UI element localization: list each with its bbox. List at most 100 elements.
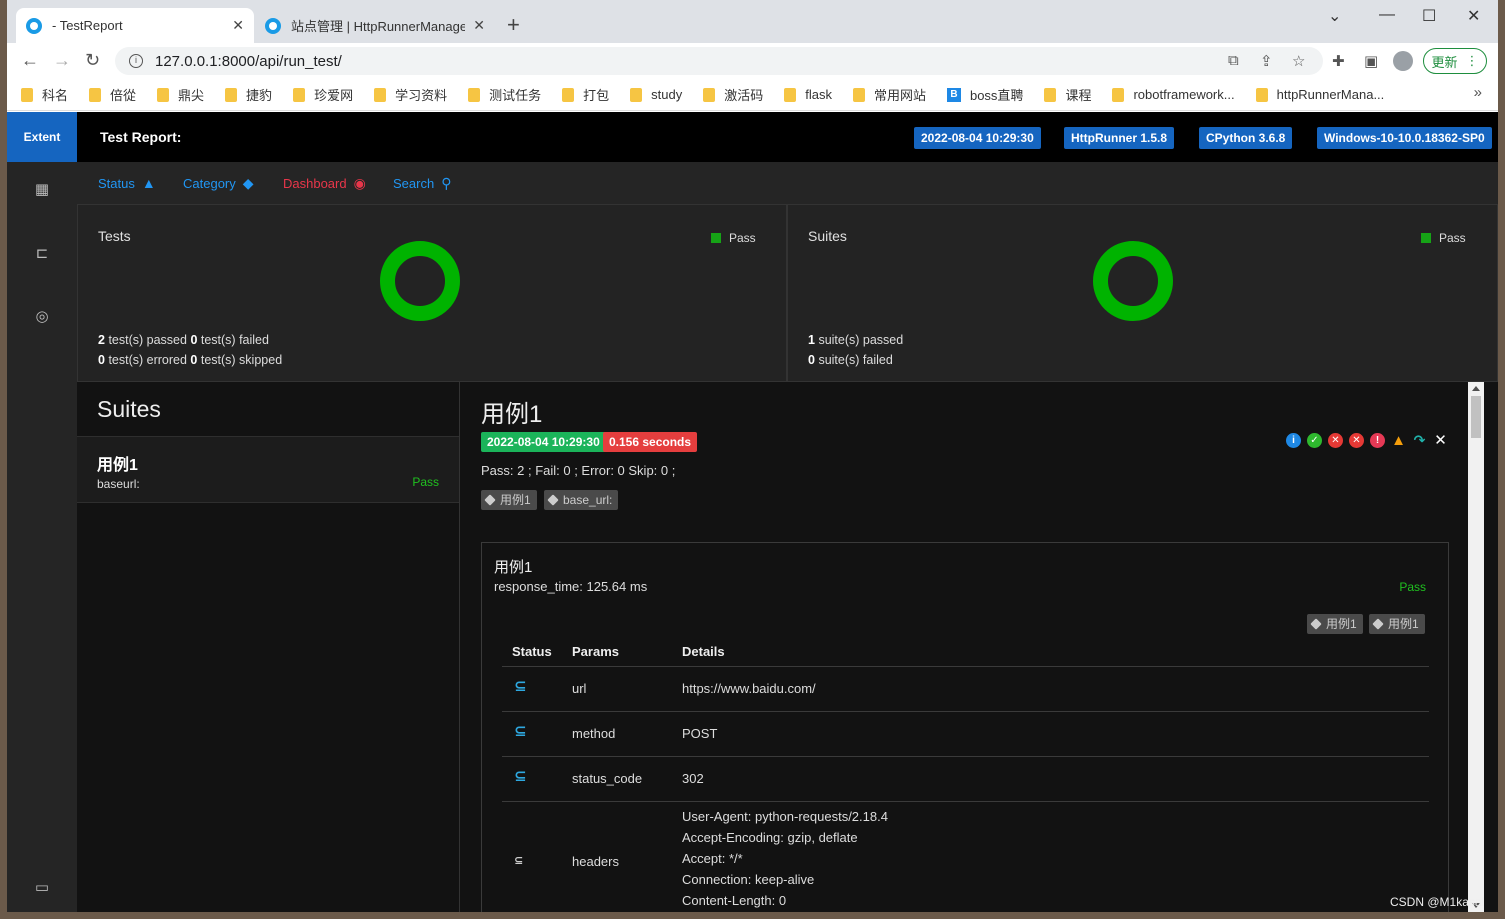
bookmark-label: httpRunnerMana... [1276, 87, 1385, 102]
suite-status: Pass [412, 475, 439, 489]
more-bookmarks-chevron-icon[interactable]: » [1474, 84, 1482, 101]
bookmark-label: 测试任务 [489, 88, 542, 103]
bookmark-item[interactable]: 捷豹 [225, 85, 272, 104]
bookmark-item[interactable]: 课程 [1044, 85, 1091, 104]
warning-triangle-icon: ▲ [141, 175, 156, 191]
category-tag[interactable]: 用例1 [481, 490, 537, 510]
bookmark-label: study [651, 87, 683, 102]
update-button[interactable]: 更新 ⋮ [1423, 48, 1487, 74]
tests-passed-label: test(s) passed [108, 333, 187, 347]
reload-icon[interactable]: ↻ [85, 50, 100, 71]
tag-label: 用例1 [1388, 617, 1419, 631]
bookmark-item[interactable]: httpRunnerMana... [1255, 87, 1385, 102]
folder-icon [21, 87, 33, 102]
clear-filter-icon[interactable]: ✕ [1433, 433, 1448, 448]
bookmark-item[interactable]: 常用网站 [852, 85, 926, 104]
category-filter-menu[interactable]: Category ◆ [183, 175, 254, 192]
pass-status-icon: ⊆ [514, 768, 527, 785]
bookmark-label: 学习资料 [395, 88, 448, 103]
bookmark-item[interactable]: 激活码 [703, 85, 763, 104]
tag-icon: ◆ [242, 175, 254, 191]
bookmark-item[interactable]: 科名 [21, 85, 68, 104]
test-tag[interactable]: 用例1 [1307, 614, 1363, 634]
address-bar[interactable]: i 127.0.0.1:8000/api/run_test/ [115, 47, 1323, 75]
bookmark-item[interactable]: 打包 [562, 85, 609, 104]
tab-title: - TestReport [52, 18, 123, 33]
window-close-icon[interactable]: ✕ [1467, 6, 1480, 26]
bookmark-item[interactable]: robotframework... [1112, 87, 1235, 102]
update-label: 更新 [1431, 54, 1458, 70]
status-filter-menu[interactable]: Status ▲ [98, 175, 156, 191]
scroll-up-arrow-icon[interactable] [1472, 386, 1480, 391]
bookmark-star-icon[interactable]: ☆ [1292, 52, 1305, 70]
table-header: Status Params Details [502, 637, 1429, 667]
monitor-icon[interactable]: ▭ [33, 878, 51, 896]
dashboard-menu[interactable]: Dashboard ◉ [283, 175, 366, 192]
close-tab-icon[interactable]: ✕ [232, 17, 244, 34]
back-arrow-icon[interactable]: ← [21, 50, 39, 71]
folder-icon [225, 87, 238, 102]
category-tag[interactable]: base_url: [544, 490, 619, 510]
duration-label: 0.156 seconds [603, 432, 698, 452]
translate-icon[interactable]: ⧉ [1228, 52, 1239, 69]
table-row: ⊆ status_code 302 [502, 757, 1429, 802]
bookmark-item[interactable]: 珍爱网 [293, 85, 353, 104]
dashboard-gauge-icon[interactable]: ◎ [33, 307, 51, 325]
extensions-puzzle-icon[interactable]: ✚ [1332, 52, 1345, 70]
fail-filter-icon[interactable]: ✕ [1328, 433, 1343, 448]
tab-testreport[interactable]: - TestReport ✕ [16, 8, 254, 43]
suites-stat-line-1: 1 suite(s) passed [808, 333, 903, 347]
header-line: Accept-Encoding: gzip, deflate [682, 830, 858, 845]
tests-failed-label: test(s) failed [200, 333, 269, 347]
table-row: ⊆ headers User-Agent: python-requests/2.… [502, 802, 1429, 912]
pass-filter-icon[interactable]: ✓ [1307, 433, 1322, 448]
scroll-thumb[interactable] [1471, 396, 1481, 438]
test-tag[interactable]: 用例1 [1369, 614, 1425, 634]
bookmark-item[interactable]: 测试任务 [468, 85, 541, 104]
header-line: Content-Length: 0 [682, 893, 787, 908]
bookmark-item[interactable]: 鼎尖 [157, 85, 204, 104]
side-panel-icon[interactable]: ▣ [1364, 52, 1378, 70]
pass-status-icon: ⊆ [514, 723, 527, 740]
bookmark-item[interactable]: 学习资料 [374, 85, 447, 104]
test-view-grid-icon[interactable]: ▦ [33, 180, 51, 198]
fatal-filter-icon[interactable]: ✕ [1349, 433, 1364, 448]
skip-filter-icon[interactable]: ↷ [1412, 433, 1427, 448]
close-tab-icon[interactable]: ✕ [473, 17, 485, 34]
bookmark-item[interactable]: study [630, 87, 682, 102]
maximize-icon[interactable]: ☐ [1422, 6, 1436, 26]
header-line: Accept: */* [682, 851, 743, 866]
dashboard-menu-label: Dashboard [283, 176, 347, 191]
minimize-icon[interactable]: — [1379, 6, 1395, 24]
error-filter-icon[interactable]: ! [1370, 433, 1385, 448]
tab-search-chevron-icon[interactable]: ⌄ [1328, 6, 1341, 26]
status-icon: ⊆ [514, 855, 524, 867]
detail-scrollbar[interactable] [1468, 382, 1484, 912]
tab-strip: - TestReport ✕ 站点管理 | HttpRunnerManage ✕… [7, 0, 1498, 43]
tab-site-management[interactable]: 站点管理 | HttpRunnerManage ✕ [255, 8, 495, 43]
site-info-icon[interactable]: i [129, 54, 143, 68]
new-tab-plus-icon[interactable]: + [507, 12, 520, 38]
tests-stat-line-1: 2 test(s) passed 0 test(s) failed [98, 333, 269, 347]
suite-list-item[interactable]: 用例1 baseurl: Pass [77, 437, 459, 503]
bookmark-item[interactable]: Bboss直聘 [946, 85, 1023, 104]
bookmark-item[interactable]: 倍從 [89, 85, 136, 104]
legend-label: Pass [729, 231, 756, 245]
category-tag-icon[interactable]: ⊏ [33, 244, 51, 262]
watermark: CSDN @M1kasal [1390, 895, 1485, 909]
share-icon[interactable]: ⇪ [1260, 52, 1273, 70]
brand-logo[interactable]: Extent [7, 112, 77, 162]
step-table: Status Params Details ⊆ url https://www.… [502, 637, 1429, 912]
bookmark-label: 课程 [1065, 88, 1092, 103]
detail-counts: Pass: 2 ; Fail: 0 ; Error: 0 Skip: 0 ; [481, 463, 676, 478]
report-topbar: Test Report: 2022-08-04 10:29:30 HttpRun… [77, 112, 1498, 162]
profile-avatar-icon[interactable] [1393, 51, 1413, 71]
search-menu[interactable]: Search ⚲ [393, 175, 451, 192]
forward-arrow-icon[interactable]: → [53, 50, 71, 71]
info-filter-icon[interactable]: i [1286, 433, 1301, 448]
warning-filter-icon[interactable]: ▲ [1391, 433, 1406, 448]
site-favicon-icon [26, 17, 42, 34]
bookmark-item[interactable]: flask [784, 87, 832, 102]
param-detail-lines: User-Agent: python-requests/2.18.4 Accep… [682, 806, 888, 911]
param-name: method [572, 726, 616, 741]
